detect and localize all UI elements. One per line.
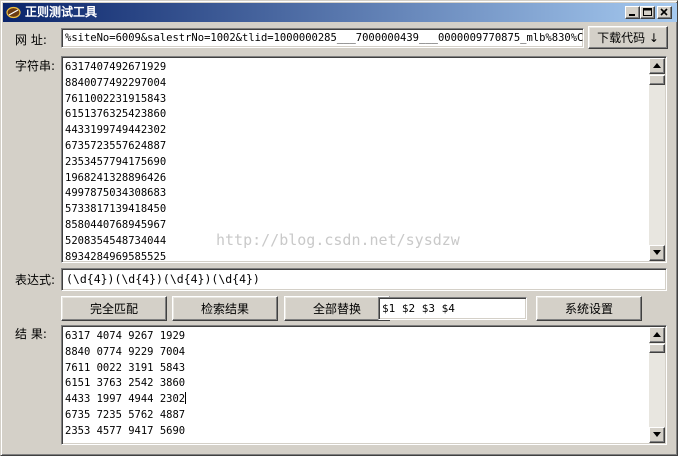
text-line: 6151376325423860 xyxy=(65,108,167,121)
search-results-button[interactable]: 检索结果 xyxy=(172,296,278,321)
text-line: 8934284969585525 xyxy=(65,250,167,263)
text-line: 8580440768945967 xyxy=(65,218,167,231)
text-line: 5208354548734044 xyxy=(65,234,167,247)
download-code-button[interactable]: 下载代码 ↓ xyxy=(588,26,668,49)
text-line: 5733817139418450 xyxy=(65,203,167,216)
text-line: 7611 0022 3191 5843 xyxy=(65,361,186,374)
source-lines: 6317407492671929 8840077492297004 76110022… xyxy=(65,60,167,263)
expression-input[interactable]: (\d{4})(\d{4})(\d{4})(\d{4}) xyxy=(61,268,667,291)
text-caret xyxy=(185,392,187,405)
result-scrollbar[interactable] xyxy=(649,327,665,443)
close-button[interactable] xyxy=(657,6,672,19)
result-label: 结 果: xyxy=(15,327,47,341)
close-icon xyxy=(660,8,668,16)
scroll-thumb[interactable] xyxy=(649,75,665,85)
url-input[interactable]: %siteNo=6009&salestrNo=1002&tlid=1000000… xyxy=(61,28,584,48)
url-label: 网 址: xyxy=(15,33,47,47)
minimize-icon xyxy=(629,14,635,16)
text-line: 1968241328896426 xyxy=(65,171,167,184)
arrow-down-icon xyxy=(653,250,661,255)
arrow-up-icon xyxy=(653,332,661,337)
result-lines: 6317 4074 9267 1929 8840 0774 9229 7004 76… xyxy=(65,329,187,440)
text-line: 8840077492297004 xyxy=(65,76,167,89)
source-label: 字符串: xyxy=(15,59,56,73)
replace-pattern-value: $1 $2 $3 $4 xyxy=(382,302,455,315)
app-window: 正则测试工具 网 址: %siteNo=6009&salestrNo=1002&… xyxy=(0,0,678,456)
text-line: 2353 4577 9417 5690 xyxy=(65,424,186,437)
text-line: 6317 4074 9267 1929 xyxy=(65,330,186,342)
text-line: 8840 0774 9229 7004 xyxy=(65,345,186,358)
source-textarea[interactable]: 6317407492671929 8840077492297004 76110022… xyxy=(61,56,667,263)
full-match-button[interactable]: 完全匹配 xyxy=(61,296,167,321)
maximize-icon xyxy=(643,8,652,16)
scroll-thumb[interactable] xyxy=(649,344,665,353)
replace-pattern-input[interactable]: $1 $2 $3 $4 xyxy=(378,297,527,320)
arrow-up-icon xyxy=(653,63,661,68)
text-line: 6735 7235 5762 4887 xyxy=(65,408,186,421)
expression-value: (\d{4})(\d{4})(\d{4})(\d{4}) xyxy=(66,272,260,286)
text-line: 4433199749442302 xyxy=(65,124,167,137)
url-value: %siteNo=6009&salestrNo=1002&tlid=1000000… xyxy=(65,32,584,44)
scroll-up-button[interactable] xyxy=(649,327,665,343)
text-line: 4997875034308683 xyxy=(65,187,167,200)
replace-all-button[interactable]: 全部替换 xyxy=(284,296,390,321)
source-scrollbar[interactable] xyxy=(649,58,665,261)
text-line: 2353457794175690 xyxy=(65,155,167,168)
minimize-button[interactable] xyxy=(625,6,640,19)
scroll-down-button[interactable] xyxy=(649,427,665,443)
expression-label: 表达式: xyxy=(15,273,56,287)
scroll-down-button[interactable] xyxy=(649,245,665,261)
arrow-down-icon xyxy=(653,432,661,437)
result-textarea[interactable]: 6317 4074 9267 1929 8840 0774 9229 7004 76… xyxy=(61,325,667,445)
window-title: 正则测试工具 xyxy=(25,5,98,19)
text-line: 4433 1997 4944 2302 xyxy=(65,392,187,406)
system-settings-button[interactable]: 系统设置 xyxy=(536,296,642,321)
text-line: 7611002231915843 xyxy=(65,92,167,105)
text-line: 6151 3763 2542 3860 xyxy=(65,377,186,390)
scroll-up-button[interactable] xyxy=(649,58,665,74)
text-line: 6317407492671929 xyxy=(65,61,167,73)
title-bar[interactable]: 正则测试工具 xyxy=(3,3,677,22)
text-line: 6735723557624887 xyxy=(65,139,167,152)
app-icon xyxy=(6,5,21,20)
maximize-button[interactable] xyxy=(640,6,655,19)
